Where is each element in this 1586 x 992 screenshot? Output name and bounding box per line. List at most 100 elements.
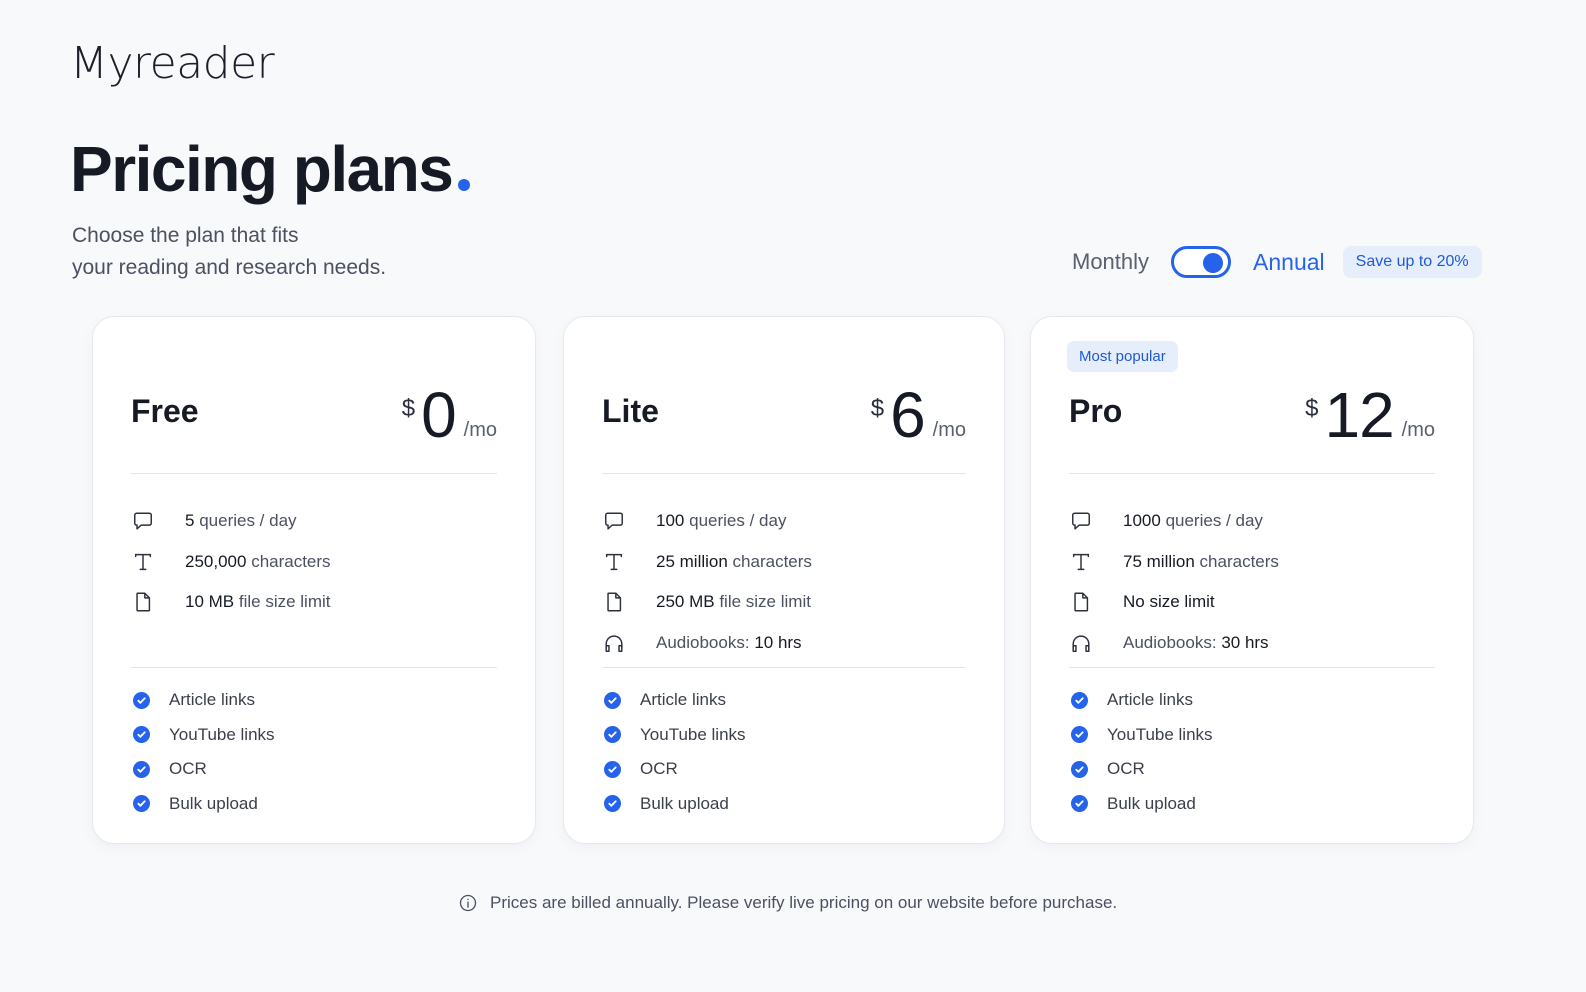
plan-name: Free bbox=[131, 393, 199, 429]
quota-item: No size limit bbox=[1069, 582, 1435, 623]
footer-note-text: Prices are billed annually. Please verif… bbox=[490, 893, 1118, 912]
quota-item: Audiobooks: 10 hrs bbox=[602, 623, 966, 664]
check-circle-icon bbox=[604, 760, 621, 778]
feature-label: YouTube links bbox=[169, 724, 275, 744]
title-accent-dot bbox=[458, 179, 471, 191]
plan-name: Lite bbox=[602, 393, 659, 429]
file-icon bbox=[1069, 590, 1093, 614]
quota-value: 250,000 bbox=[185, 551, 247, 571]
text-t-icon bbox=[602, 550, 626, 574]
card-divider bbox=[602, 473, 966, 474]
check-circle-icon bbox=[1071, 795, 1088, 813]
price-currency: $ bbox=[1305, 395, 1319, 422]
feature-item: Article links bbox=[604, 683, 966, 718]
feature-label: YouTube links bbox=[1107, 724, 1213, 744]
quota-value: 5 bbox=[185, 511, 195, 531]
quota-label: characters bbox=[251, 551, 331, 571]
headphones-icon bbox=[602, 631, 626, 655]
check-circle-icon bbox=[133, 795, 150, 813]
plan-feature-list: Article links YouTube links OCR Bulk upload bbox=[604, 683, 966, 821]
quota-item: 10 MB file size limit bbox=[131, 582, 497, 623]
check-circle-icon bbox=[604, 795, 621, 813]
quota-value: 10 hrs bbox=[754, 633, 802, 653]
chat-bubble-icon bbox=[1069, 509, 1093, 533]
feature-label: OCR bbox=[1107, 759, 1145, 779]
quota-item: 1000 queries / day bbox=[1069, 501, 1435, 542]
quota-item: 25 million characters bbox=[602, 542, 966, 583]
quota-label: characters bbox=[732, 551, 812, 571]
quota-item: 250,000 characters bbox=[131, 542, 497, 583]
price-period: /mo bbox=[463, 419, 497, 441]
subtitle-line-1: Choose the plan that fits bbox=[72, 224, 299, 247]
plan-quota-list: 100 queries / day 25 million characters … bbox=[602, 501, 966, 663]
feature-label: Bulk upload bbox=[1107, 793, 1196, 813]
quota-label: queries / day bbox=[199, 511, 297, 531]
most-popular-badge: Most popular bbox=[1067, 341, 1178, 372]
feature-item: Article links bbox=[133, 683, 497, 718]
plan-card-free[interactable]: Free $0/mo 5 queries / day 250,000 charac… bbox=[92, 316, 536, 844]
plan-price: $6/mo bbox=[871, 379, 966, 451]
billing-toggle[interactable] bbox=[1171, 246, 1232, 278]
quota-value: 250 MB bbox=[656, 592, 715, 612]
check-circle-icon bbox=[1071, 726, 1088, 744]
card-divider bbox=[131, 667, 497, 668]
quota-value: 75 million bbox=[1123, 551, 1195, 571]
quota-label: Audiobooks: bbox=[656, 633, 750, 653]
brand-logo[interactable]: Myreader bbox=[70, 38, 275, 89]
page-title-text: Pricing plans bbox=[70, 133, 454, 205]
file-icon bbox=[602, 590, 626, 614]
feature-item: YouTube links bbox=[1071, 718, 1435, 753]
quota-value: 30 hrs bbox=[1221, 633, 1269, 653]
check-circle-icon bbox=[604, 691, 621, 709]
check-circle-icon bbox=[1071, 760, 1088, 778]
save-badge: Save up to 20% bbox=[1342, 246, 1482, 278]
info-icon bbox=[459, 894, 477, 912]
chat-bubble-icon bbox=[131, 509, 155, 533]
feature-label: Bulk upload bbox=[169, 793, 258, 813]
feature-label: Bulk upload bbox=[640, 793, 729, 813]
text-t-icon bbox=[131, 550, 155, 574]
file-icon bbox=[131, 590, 155, 614]
check-circle-icon bbox=[133, 726, 150, 744]
billing-monthly-label[interactable]: Monthly bbox=[1072, 249, 1149, 275]
plan-feature-list: Article links YouTube links OCR Bulk upload bbox=[1071, 683, 1435, 821]
quota-label: characters bbox=[1199, 551, 1279, 571]
feature-label: YouTube links bbox=[640, 724, 746, 744]
feature-label: OCR bbox=[169, 759, 207, 779]
price-period: /mo bbox=[1401, 419, 1435, 441]
quota-item: Audiobooks: 30 hrs bbox=[1069, 623, 1435, 664]
quota-item: 75 million characters bbox=[1069, 542, 1435, 583]
plan-price: $0/mo bbox=[402, 379, 497, 451]
plan-card-lite[interactable]: Lite $6/mo 100 queries / day 25 million c… bbox=[563, 316, 1005, 844]
quota-label: file size limit bbox=[238, 592, 331, 612]
headphones-icon bbox=[1069, 631, 1093, 655]
check-circle-icon bbox=[133, 691, 150, 709]
card-divider bbox=[1069, 667, 1435, 668]
feature-item: Bulk upload bbox=[133, 787, 497, 822]
quota-value: 25 million bbox=[656, 551, 728, 571]
check-circle-icon bbox=[1071, 691, 1088, 709]
page-title: Pricing plans bbox=[70, 132, 471, 206]
quota-label: file size limit bbox=[719, 592, 811, 612]
feature-label: Article links bbox=[169, 690, 255, 710]
card-divider bbox=[131, 473, 497, 474]
toggle-knob bbox=[1203, 253, 1224, 273]
text-t-icon bbox=[1069, 550, 1093, 574]
feature-label: Article links bbox=[1107, 690, 1193, 710]
check-circle-icon bbox=[133, 760, 150, 778]
plan-price: $12/mo bbox=[1305, 379, 1435, 451]
billing-annual-label[interactable]: Annual bbox=[1253, 249, 1325, 276]
feature-item: OCR bbox=[133, 752, 497, 787]
feature-item: OCR bbox=[1071, 752, 1435, 787]
subtitle-line-2: your reading and research needs. bbox=[72, 256, 387, 279]
price-amount: 6 bbox=[890, 379, 926, 451]
plan-card-pro[interactable]: Most popular Pro $12/mo 1000 queries / day… bbox=[1030, 316, 1474, 844]
footer-note: Prices are billed annually. Please verif… bbox=[458, 893, 1117, 913]
card-divider bbox=[1069, 473, 1435, 474]
feature-label: OCR bbox=[640, 759, 678, 779]
price-currency: $ bbox=[401, 395, 416, 422]
feature-item: Bulk upload bbox=[1071, 787, 1435, 822]
quota-item: 5 queries / day bbox=[131, 501, 497, 542]
check-circle-icon bbox=[604, 726, 621, 744]
plan-quota-list: 1000 queries / day 75 million characters… bbox=[1069, 501, 1435, 663]
